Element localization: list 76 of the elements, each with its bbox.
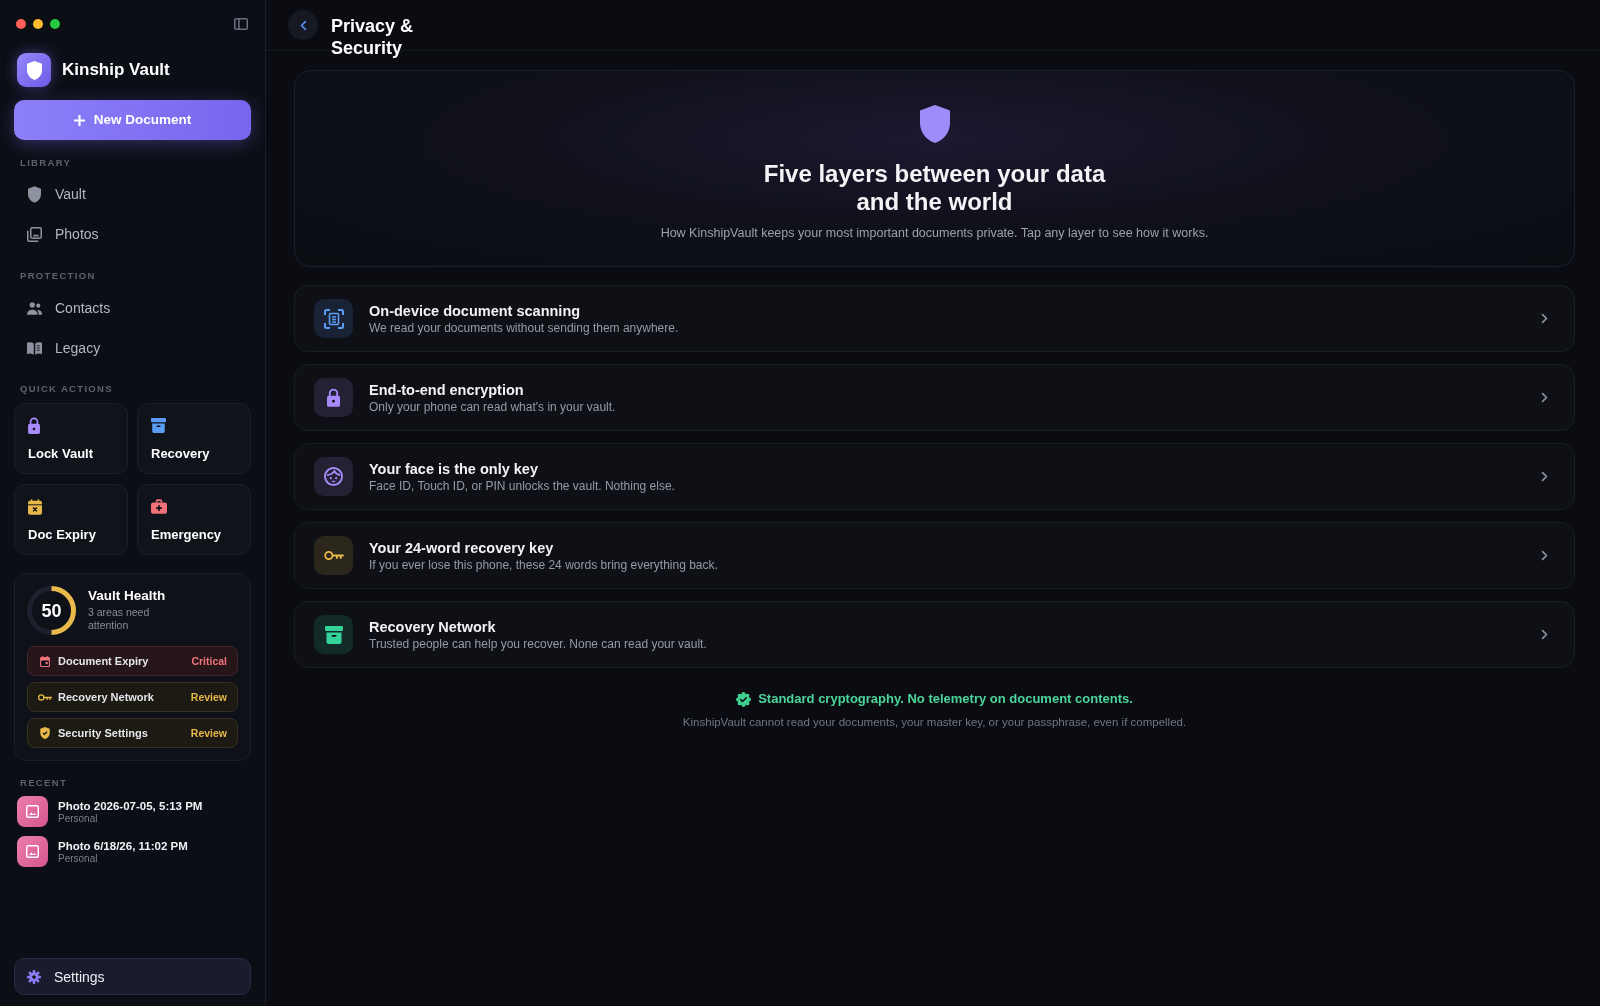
recent-document-title[interactable]: Photo 6/18/26, 11:02 PM: [58, 838, 188, 853]
plus-icon: [73, 114, 85, 126]
security-layer-row[interactable]: End-to-end encryption Only your phone can read what's in your vault.: [294, 364, 1575, 431]
privacy-badge-text: Standard cryptography. No telemetry on document contents.: [758, 690, 1133, 708]
health-alert-label: Security Settings: [58, 726, 148, 740]
chevron-right-icon: [1541, 550, 1548, 561]
recent-document-title[interactable]: Photo 2026-07-05, 5:13 PM: [58, 798, 203, 813]
photos-icon: [27, 226, 42, 242]
page-title: Privacy & Security: [331, 15, 415, 59]
back-button[interactable]: [288, 10, 318, 40]
image-icon: [17, 836, 48, 867]
shield-logo-icon: [17, 53, 51, 87]
hero-heading: Five layers between your data and the world: [762, 160, 1107, 216]
hero-subtitle: How KinshipVault keeps your most important documents private. Tap any layer to see how it works.: [660, 225, 1209, 242]
layer-title: Your face is the only key: [369, 459, 538, 478]
layer-description: Only your phone can read what's in your vault.: [369, 398, 616, 415]
shield-icon: [28, 185, 41, 203]
window-zoom-icon[interactable]: [50, 19, 60, 29]
security-layer-row[interactable]: Your 24-word recovery key If you ever lose this phone, these 24 words bring everything back.: [294, 522, 1575, 589]
layer-description: Trusted people can help you recover. None can read your vault.: [369, 635, 707, 652]
layer-title: Your 24-word recovery key: [369, 538, 554, 557]
chevron-left-icon: [299, 19, 307, 31]
sidebar-nav-item[interactable]: Contacts: [14, 290, 251, 326]
health-alert-row[interactable]: Security Settings Review: [27, 718, 238, 748]
people-icon: [27, 301, 42, 315]
vault-health-title: Vault Health: [88, 587, 166, 605]
vault-health-subtitle: 3 areas need attention: [88, 606, 151, 632]
section-label: RECENT: [20, 776, 68, 790]
status-label: Critical: [191, 654, 227, 668]
privacy-note: KinshipVault cannot read your documents, your master key, or your passphrase, even if compelled.: [682, 715, 1187, 730]
chevron-right-icon: [1541, 392, 1548, 403]
app-name: Kinship Vault: [62, 59, 170, 81]
calendar-icon: [40, 655, 50, 667]
section-label: LIBRARY: [20, 156, 72, 170]
key-icon: [38, 693, 52, 701]
layer-title: On-device document scanning: [369, 301, 581, 320]
chevron-right-icon: [1541, 313, 1548, 324]
quick-action-card[interactable]: Doc Expiry: [14, 484, 128, 555]
section-label: QUICK ACTIONS: [20, 382, 113, 396]
sidebar-nav-item[interactable]: Photos: [14, 216, 251, 252]
quick-action-card[interactable]: Lock Vault: [14, 403, 128, 474]
health-alert-row[interactable]: Document Expiry Critical: [27, 646, 238, 676]
chevron-right-icon: [1541, 629, 1548, 640]
settings-button[interactable]: Settings: [14, 958, 251, 995]
sidebar-nav-item[interactable]: Legacy: [14, 330, 251, 366]
health-score: 50: [41, 600, 62, 621]
layer-title: Recovery Network: [369, 617, 496, 636]
sidebar-nav-item[interactable]: Vault: [14, 176, 251, 212]
security-layer-row[interactable]: Recovery Network Trusted people can help you recover. None can read your vault.: [294, 601, 1575, 668]
chevron-right-icon: [1541, 471, 1548, 482]
health-alert-label: Recovery Network: [58, 690, 154, 704]
window-minimize-icon[interactable]: [33, 19, 43, 29]
check-badge-icon: [736, 691, 752, 707]
layer-title: End-to-end encryption: [369, 380, 524, 399]
new-document-button[interactable]: New Document: [14, 100, 251, 140]
quick-action-card[interactable]: Recovery: [137, 403, 251, 474]
recent-document-category: Personal: [58, 812, 98, 825]
section-label: PROTECTION: [20, 269, 96, 283]
health-alert-label: Document Expiry: [58, 654, 149, 668]
quick-action-card[interactable]: Emergency: [137, 484, 251, 555]
recent-document-category: Personal: [58, 852, 98, 865]
status-label: Review: [190, 690, 227, 704]
layer-description: We read your documents without sending them anywhere.: [369, 319, 679, 336]
layer-description: Face ID, Touch ID, or PIN unlocks the vault. Nothing else.: [369, 477, 675, 494]
settings-icon: [27, 969, 41, 984]
security-layer-row[interactable]: Your face is the only key Face ID, Touch ID, or PIN unlocks the vault. Nothing else.: [294, 443, 1575, 510]
security-layer-row[interactable]: On-device document scanning We read your documents without sending them anywhere.: [294, 285, 1575, 352]
image-icon: [17, 796, 48, 827]
shield-icon: [40, 727, 50, 739]
status-label: Review: [190, 726, 227, 740]
book-icon: [27, 341, 42, 355]
layer-description: If you ever lose this phone, these 24 words bring everything back.: [369, 556, 718, 573]
health-alert-row[interactable]: Recovery Network Review: [27, 682, 238, 712]
window-close-icon[interactable]: [16, 19, 26, 29]
shield-icon: [919, 105, 950, 143]
sidebar-toggle-icon[interactable]: [234, 18, 248, 30]
